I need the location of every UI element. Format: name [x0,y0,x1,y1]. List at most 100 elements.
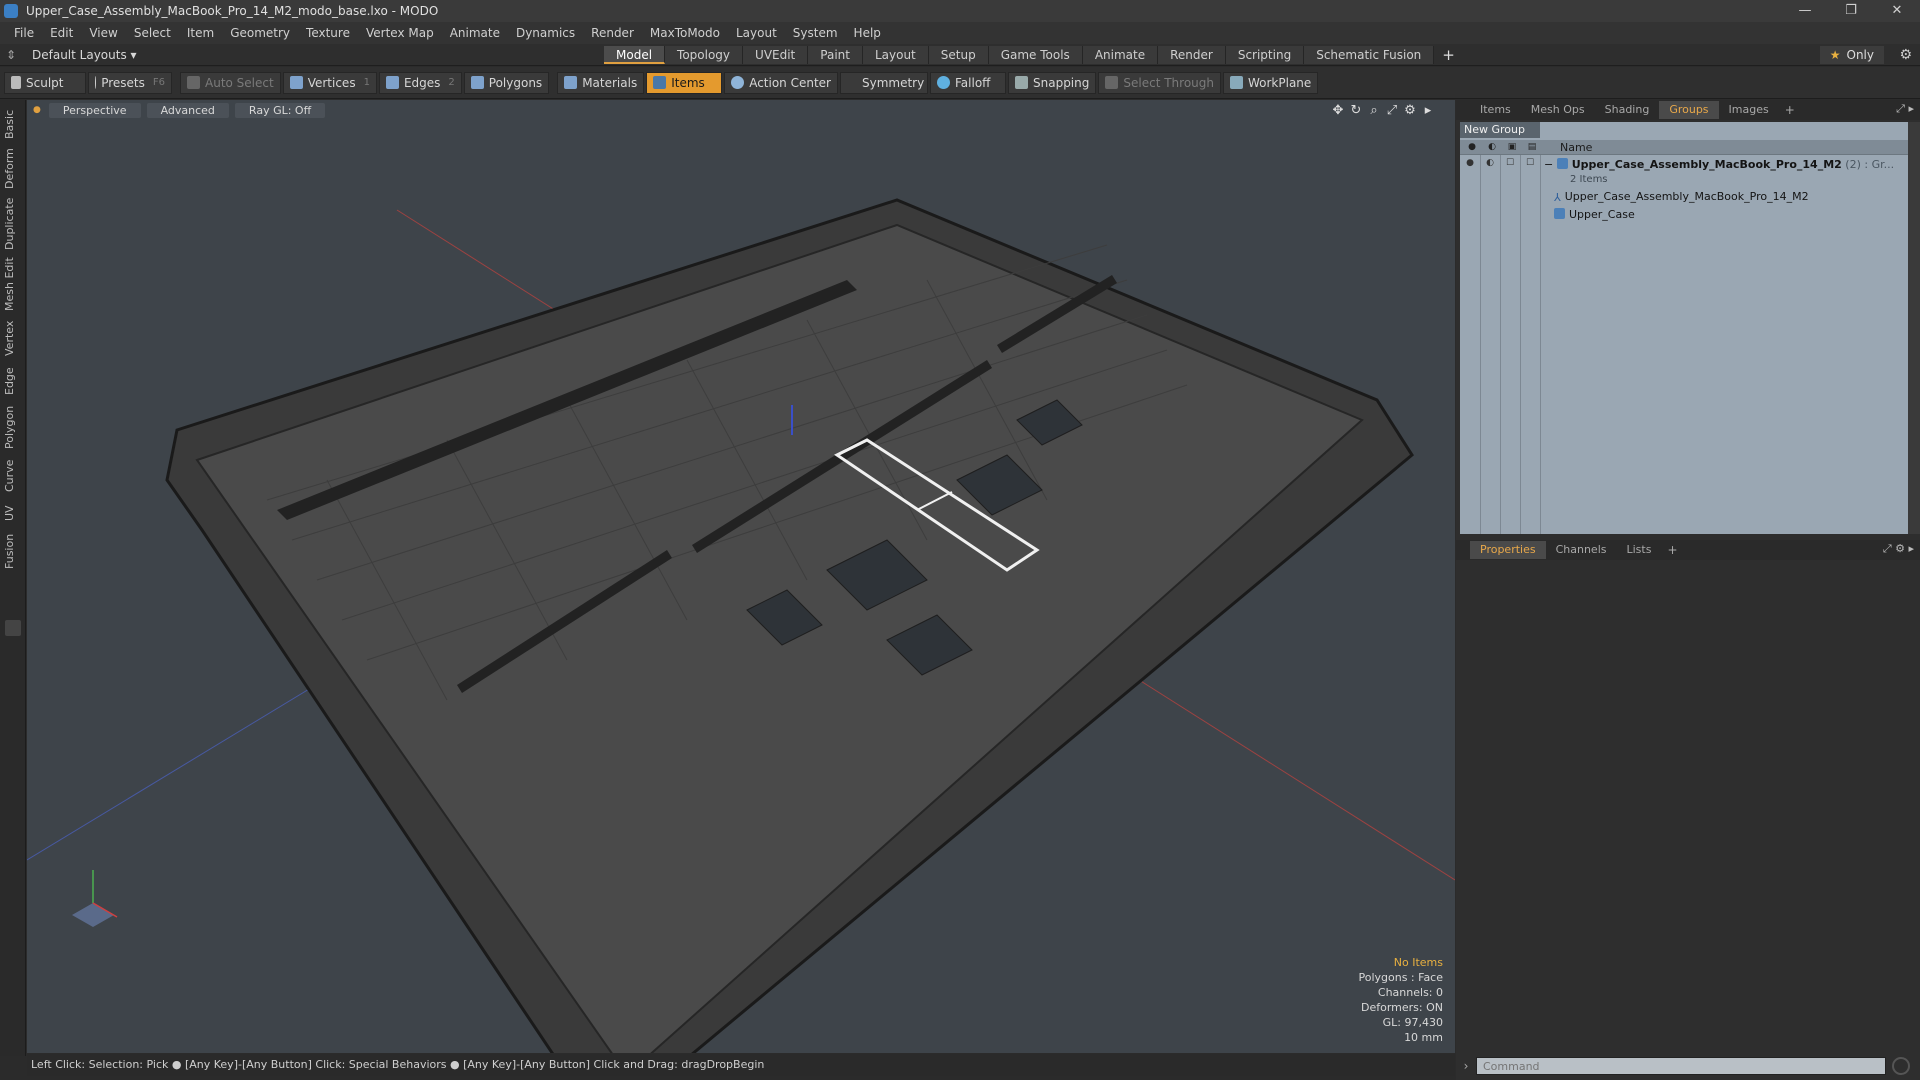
action-center-button[interactable]: Action Center [724,71,838,94]
group-select-checkbox[interactable]: ☐ [1524,158,1536,170]
view-mode-button[interactable]: Perspective [48,102,141,118]
vtab-edge[interactable]: Edge [3,364,23,398]
vtab-deform[interactable]: Deform [3,146,23,192]
tab-render[interactable]: Render [1158,46,1226,64]
menu-help[interactable]: Help [846,22,889,44]
tab-game-tools[interactable]: Game Tools [988,46,1083,64]
rotate-icon[interactable]: ↻ [1347,103,1365,118]
visibility-column-icon[interactable]: ● [1464,140,1480,155]
only-button[interactable]: ★ Only [1819,46,1884,64]
select-column-icon[interactable]: ▤ [1524,140,1540,155]
tab-scripting[interactable]: Scripting [1225,46,1305,64]
menu-render[interactable]: Render [583,22,642,44]
vtab-curve[interactable]: Curve [3,456,23,496]
menu-vertex-map[interactable]: Vertex Map [358,22,442,44]
viewport-expand-icon[interactable]: ▸ [1419,103,1437,118]
vtab-duplicate[interactable]: Duplicate [3,196,23,252]
name-column-header[interactable]: Name [1560,140,1592,155]
vtab-uv[interactable]: UV [3,500,23,526]
workplane-button[interactable]: WorkPlane [1222,71,1319,94]
group-lock-checkbox[interactable]: ☐ [1504,158,1516,170]
tab-properties[interactable]: Properties [1470,541,1546,559]
groups-scrollbar[interactable] [1908,122,1920,534]
raygl-button[interactable]: Ray GL: Off [234,102,326,118]
menu-system[interactable]: System [785,22,846,44]
add-tab-button[interactable]: + [1434,46,1463,64]
menu-animate[interactable]: Animate [442,22,508,44]
snapping-button[interactable]: Snapping [1008,71,1097,94]
vtab-mesh-edit[interactable]: Mesh Edit [3,256,23,312]
group-render-icon[interactable]: ◐ [1484,158,1496,170]
tab-model[interactable]: Model [604,46,666,64]
sculpt-button[interactable]: Sculpt [4,71,86,94]
add-panel-tab-button[interactable]: + [1779,103,1801,117]
tab-schematic-fusion[interactable]: Schematic Fusion [1304,46,1435,64]
snapping-icon [1015,76,1028,89]
menu-maxtomodo[interactable]: MaxToModo [642,22,728,44]
vertices-count: 1 [363,77,370,88]
render-column-icon[interactable]: ◐ [1484,140,1500,155]
menu-file[interactable]: File [6,22,42,44]
select-through-button[interactable]: Select Through [1098,71,1221,94]
vertices-button[interactable]: Vertices 1 [282,71,377,94]
new-group-button[interactable]: New Group [1460,122,1540,138]
close-button[interactable]: ✕ [1874,0,1920,22]
group-child-row[interactable]: Upper_Case [1544,206,1906,224]
tab-images[interactable]: Images [1719,101,1779,119]
tab-items[interactable]: Items [1470,101,1521,119]
zoom-icon[interactable]: ⌕ [1365,103,1383,118]
add-properties-tab-button[interactable]: + [1661,543,1683,557]
menu-item[interactable]: Item [179,22,222,44]
menu-dynamics[interactable]: Dynamics [508,22,583,44]
vtab-vertex[interactable]: Vertex [3,316,23,360]
presets-button[interactable]: Presets F6 [88,71,172,94]
viewport-settings-icon[interactable]: ⚙ [1401,103,1419,118]
minimize-button[interactable]: — [1782,0,1828,22]
tab-paint[interactable]: Paint [808,46,863,64]
record-macro-icon[interactable] [1892,1057,1910,1075]
lock-column-icon[interactable]: ▣ [1504,140,1520,155]
tab-layout[interactable]: Layout [862,46,929,64]
auto-select-button[interactable]: Auto Select [180,71,281,94]
symmetry-button[interactable]: Symmetry [840,71,928,94]
shading-mode-button[interactable]: Advanced [146,102,229,118]
properties-panel-icons[interactable]: ⤢ ⚙ ▸ [1883,542,1914,556]
viewport-menu-dot-icon[interactable]: ● [33,105,41,115]
pan-icon[interactable]: ✥ [1329,103,1347,118]
menu-select[interactable]: Select [126,22,179,44]
tab-mesh-ops[interactable]: Mesh Ops [1521,101,1595,119]
tab-shading[interactable]: Shading [1595,101,1660,119]
command-input[interactable] [1476,1057,1886,1075]
tab-groups[interactable]: Groups [1659,101,1719,119]
group-child-row[interactable]: ⅄ Upper_Case_Assembly_MacBook_Pro_14_M2 [1544,188,1906,206]
vtab-basic[interactable]: Basic [3,106,23,142]
menu-layout[interactable]: Layout [728,22,785,44]
menu-view[interactable]: View [81,22,125,44]
group-visibility-eye-icon[interactable]: ● [1464,158,1476,170]
gear-icon[interactable]: ⚙ [1899,46,1912,64]
items-button[interactable]: Items [646,71,723,94]
right-panel: Items Mesh Ops Shading Groups Images + ⤢… [1456,100,1920,1080]
menu-edit[interactable]: Edit [42,22,81,44]
tab-animate[interactable]: Animate [1082,46,1159,64]
vtab-polygon[interactable]: Polygon [3,402,23,452]
vtab-fusion[interactable]: Fusion [3,530,23,572]
tab-lists[interactable]: Lists [1617,541,1662,559]
strip-toggle-button[interactable] [5,620,21,636]
falloff-button[interactable]: Falloff [930,71,1006,94]
command-history-chevron-icon[interactable]: › [1456,1059,1476,1073]
fit-icon[interactable]: ⤢ [1383,103,1401,118]
maximize-button[interactable]: ❐ [1828,0,1874,22]
layout-selector[interactable]: ⇕ Default Layouts ▾ [4,46,137,64]
materials-button[interactable]: Materials [557,71,645,94]
polygons-button[interactable]: Polygons [463,71,550,94]
menu-geometry[interactable]: Geometry [222,22,298,44]
tab-topology[interactable]: Topology [665,46,744,64]
edges-button[interactable]: Edges 2 [378,71,462,94]
panel-expand-icon[interactable]: ⤢ ▸ [1896,102,1914,116]
menu-texture[interactable]: Texture [298,22,358,44]
tab-channels[interactable]: Channels [1546,541,1617,559]
3d-viewport[interactable]: ● Perspective Advanced Ray GL: Off ✥ ↻ ⌕… [27,100,1455,1053]
tab-uvedit[interactable]: UVEdit [743,46,809,64]
tab-setup[interactable]: Setup [928,46,989,64]
